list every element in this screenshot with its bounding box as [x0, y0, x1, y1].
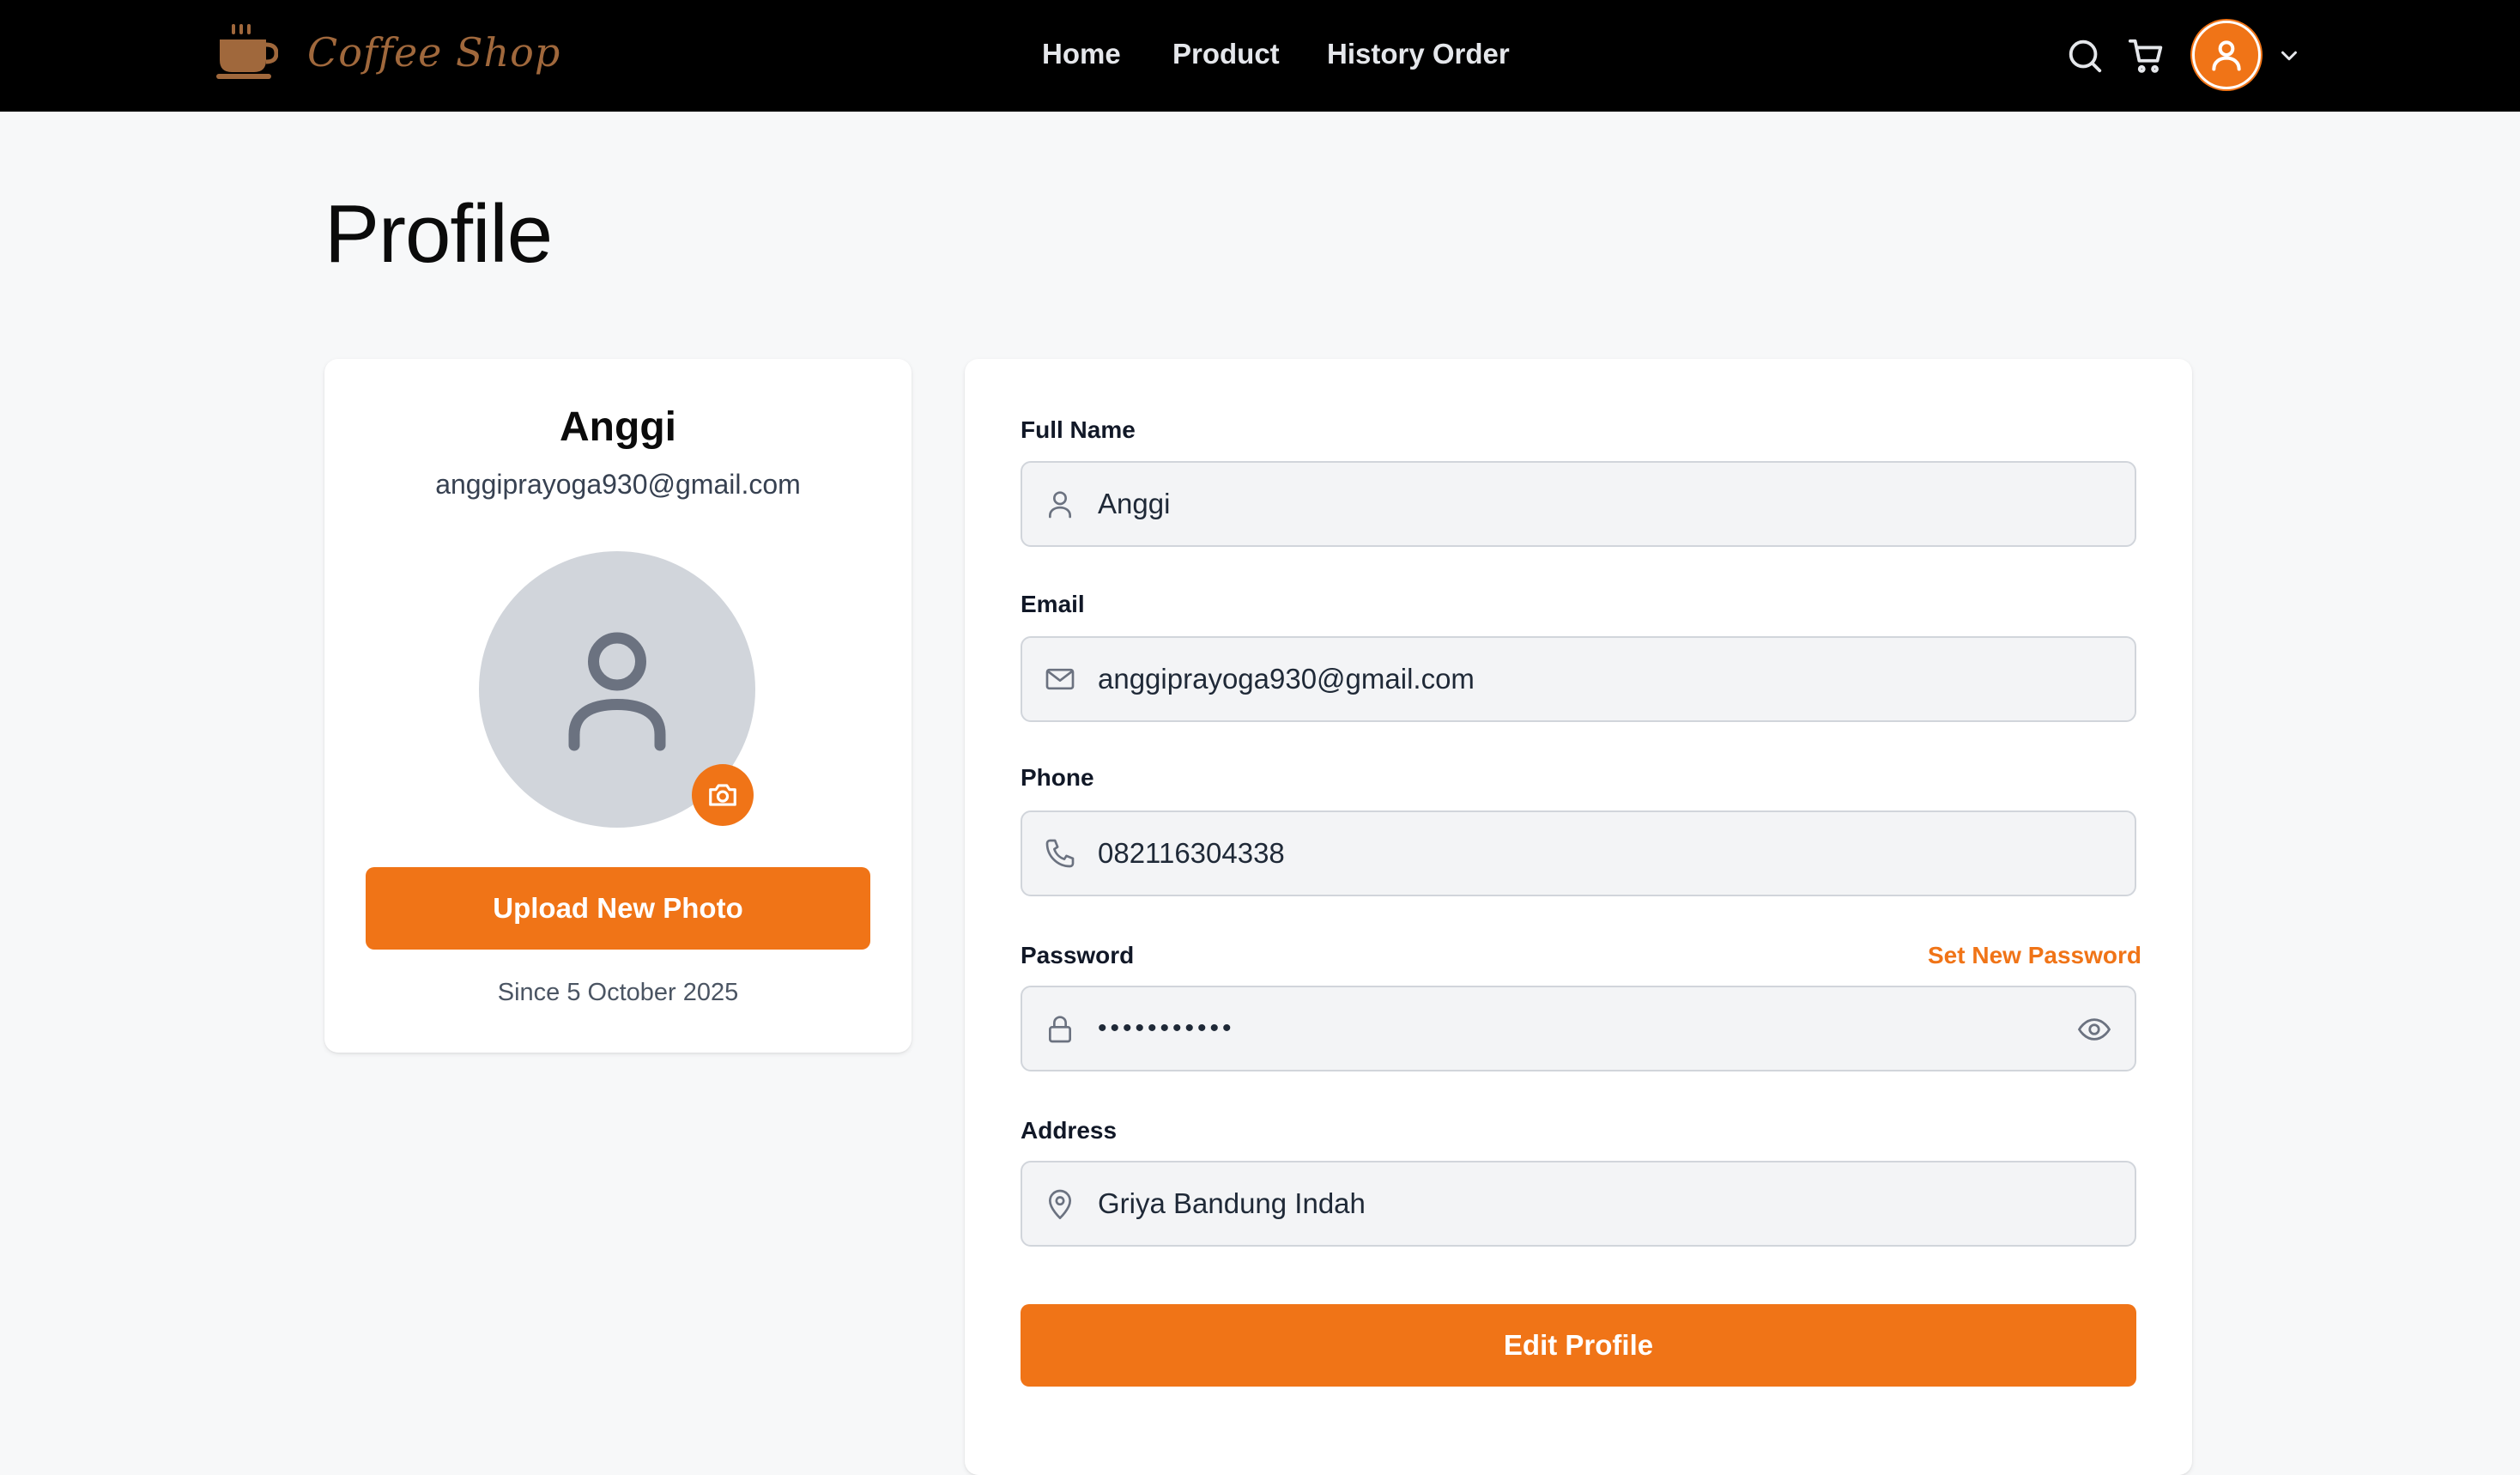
full-name-value: Anggi	[1098, 488, 1171, 519]
user-menu-avatar[interactable]	[2192, 21, 2261, 89]
password-field[interactable]: •••••••••••	[1021, 986, 2136, 1071]
chevron-down-icon[interactable]	[2276, 43, 2302, 69]
password-label: Password	[1021, 942, 1135, 968]
upload-new-photo-button[interactable]: Upload New Photo	[366, 867, 870, 950]
email-value: anggiprayoga930@gmail.com	[1098, 663, 1475, 695]
user-icon	[1049, 491, 1071, 519]
user-placeholder-icon	[568, 632, 666, 751]
email-field[interactable]: anggiprayoga930@gmail.com	[1021, 636, 2136, 722]
top-navbar: Coffee Shop Home Product History Order	[0, 0, 2520, 112]
nav-product[interactable]: Product	[1172, 31, 1280, 77]
profile-name: Anggi	[560, 404, 676, 450]
lock-icon	[1049, 1016, 1071, 1043]
search-icon[interactable]	[2065, 36, 2105, 76]
location-pin-icon	[1049, 1189, 1071, 1219]
address-value: Griya Bandung Indah	[1098, 1187, 1366, 1219]
phone-label: Phone	[1021, 764, 1094, 791]
change-photo-button[interactable]	[692, 764, 754, 826]
nav-home[interactable]: Home	[1042, 31, 1121, 77]
full-name-field[interactable]: Anggi	[1021, 461, 2136, 547]
address-label: Address	[1021, 1117, 1118, 1144]
camera-icon	[709, 784, 736, 806]
profile-email: anggiprayoga930@gmail.com	[435, 469, 801, 500]
user-icon	[2212, 40, 2241, 71]
full-name-label: Full Name	[1021, 416, 1136, 443]
set-new-password-link[interactable]: Set New Password	[1928, 942, 2141, 969]
member-since-text: Since 5 October 2025	[497, 979, 739, 1006]
password-value: •••••••••••	[1098, 1014, 1235, 1042]
phone-value: 082116304338	[1098, 837, 1285, 869]
page-title: Profile	[324, 188, 553, 280]
phone-field[interactable]: 082116304338	[1021, 810, 2136, 896]
mail-icon	[1045, 668, 1075, 690]
eye-icon[interactable]	[2076, 1011, 2112, 1047]
email-label: Email	[1021, 591, 1085, 617]
cart-icon[interactable]	[2127, 36, 2166, 76]
nav-history-order[interactable]: History Order	[1327, 31, 1510, 77]
phone-icon	[1045, 839, 1075, 868]
address-field[interactable]: Griya Bandung Indah	[1021, 1161, 2136, 1247]
edit-profile-button[interactable]: Edit Profile	[1021, 1304, 2136, 1387]
